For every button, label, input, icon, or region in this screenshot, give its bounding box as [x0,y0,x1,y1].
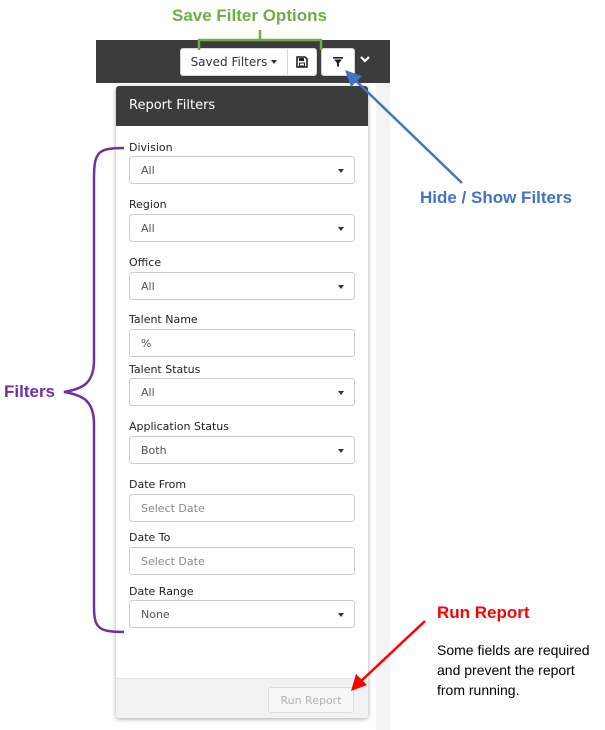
annotation-graphics [63,30,463,691]
save-options-bracket [197,30,323,50]
run-report-arrow-shaft [358,620,426,684]
filters-brace [63,146,125,634]
hide-show-filters-arrow-shaft [352,77,463,184]
